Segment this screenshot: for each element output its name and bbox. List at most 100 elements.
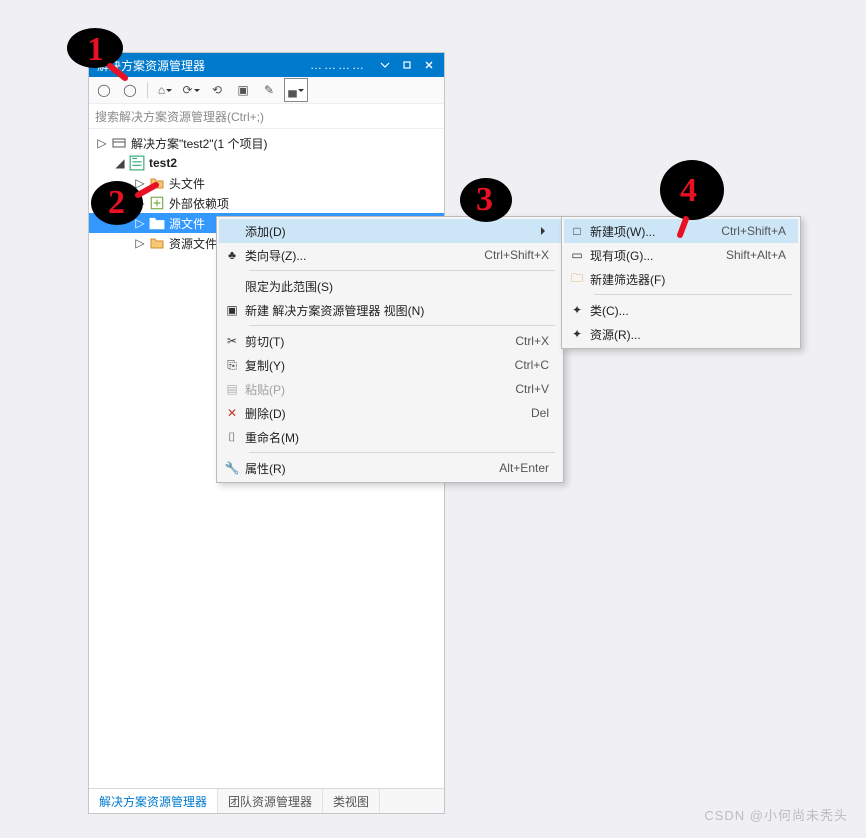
- menu-resource[interactable]: ✦ 资源(R)...: [564, 322, 798, 346]
- menu-properties[interactable]: 🔧 属性(R) Alt+Enter: [219, 456, 561, 480]
- new-view-icon: ▣: [219, 303, 245, 317]
- chevron-right-icon[interactable]: ▷: [133, 176, 147, 190]
- pin-icon[interactable]: [396, 56, 418, 74]
- menu-delete-shortcut: Del: [531, 406, 549, 420]
- tree-external-row[interactable]: ▷ 外部依赖项: [89, 193, 444, 213]
- chevron-right-icon[interactable]: ▷: [133, 196, 147, 210]
- scissors-icon: ✂: [219, 334, 245, 348]
- home-icon[interactable]: ⌂: [154, 79, 176, 101]
- panel-titlebar[interactable]: 解决方案资源管理器 …………: [89, 53, 444, 77]
- menu-class-wizard[interactable]: ♣ 类向导(Z)... Ctrl+Shift+X: [219, 243, 561, 267]
- panel-title: 解决方案资源管理器: [97, 57, 310, 74]
- menu-rename[interactable]: ⌷ 重命名(M): [219, 425, 561, 449]
- menu-new-view[interactable]: ▣ 新建 解决方案资源管理器 视图(N): [219, 298, 561, 322]
- menu-scope[interactable]: 限定为此范围(S): [219, 274, 561, 298]
- tree-headers-row[interactable]: ▷ 头文件: [89, 173, 444, 193]
- search-placeholder: 搜索解决方案资源管理器(Ctrl+;): [95, 108, 264, 125]
- resources-label: 资源文件: [169, 235, 217, 252]
- delete-icon: ✕: [219, 406, 245, 420]
- collapse-icon[interactable]: ▄: [284, 78, 308, 102]
- menu-class[interactable]: ✦ 类(C)...: [564, 298, 798, 322]
- menu-scope-label: 限定为此范围(S): [245, 278, 549, 295]
- sync-icon[interactable]: ⟳: [180, 79, 202, 101]
- search-box[interactable]: 搜索解决方案资源管理器(Ctrl+;): [89, 104, 444, 129]
- project-label: test2: [149, 156, 177, 170]
- tab-solution-explorer[interactable]: 解决方案资源管理器: [89, 789, 218, 813]
- menu-delete-label: 删除(D): [245, 405, 511, 422]
- menu-existing-item-shortcut: Shift+Alt+A: [726, 248, 786, 262]
- menu-new-item-shortcut: Ctrl+Shift+A: [721, 224, 786, 238]
- svg-text:3: 3: [476, 181, 493, 218]
- sources-label: 源文件: [169, 215, 205, 232]
- back-icon[interactable]: ◯: [93, 79, 115, 101]
- menu-properties-shortcut: Alt+Enter: [499, 461, 549, 475]
- panel-toolbar: ◯ ◯ ⌂ ⟳ ⟲ ▣ ✎ ▄: [89, 77, 444, 104]
- menu-class-wizard-label: 类向导(Z)...: [245, 247, 464, 264]
- menu-cut[interactable]: ✂ 剪切(T) Ctrl+X: [219, 329, 561, 353]
- menu-delete[interactable]: ✕ 删除(D) Del: [219, 401, 561, 425]
- close-icon[interactable]: [418, 56, 440, 74]
- menu-new-item-label: 新建项(W)...: [590, 223, 701, 240]
- references-icon: [149, 195, 165, 211]
- refresh-icon[interactable]: ⟲: [206, 79, 228, 101]
- dropdown-icon[interactable]: [374, 56, 396, 74]
- menu-cut-label: 剪切(T): [245, 333, 495, 350]
- class-icon: ✦: [564, 303, 590, 317]
- menu-separator: [249, 452, 555, 453]
- project-icon: [129, 155, 145, 171]
- chevron-right-icon[interactable]: ▷: [95, 136, 109, 150]
- chevron-down-icon[interactable]: ◢: [113, 156, 127, 170]
- existing-item-icon: ▭: [564, 248, 590, 262]
- menu-resource-label: 资源(R)...: [590, 326, 786, 343]
- rename-icon: ⌷: [219, 430, 245, 445]
- menu-paste: ▤ 粘贴(P) Ctrl+V: [219, 377, 561, 401]
- tree-project-row[interactable]: ◢ test2: [89, 153, 444, 173]
- menu-add-label: 添加(D): [245, 223, 533, 240]
- menu-copy-shortcut: Ctrl+C: [515, 358, 549, 372]
- title-dots: …………: [310, 58, 366, 72]
- context-menu-main: 添加(D) ♣ 类向导(Z)... Ctrl+Shift+X 限定为此范围(S)…: [216, 216, 564, 483]
- menu-rename-label: 重命名(M): [245, 429, 549, 446]
- submenu-arrow-icon: [541, 227, 549, 235]
- show-all-icon[interactable]: ▣: [232, 79, 254, 101]
- chevron-right-icon[interactable]: ▷: [133, 236, 147, 250]
- filter-folder-icon: [149, 215, 165, 231]
- menu-paste-label: 粘贴(P): [245, 381, 495, 398]
- class-wizard-icon: ♣: [219, 248, 245, 262]
- external-label: 外部依赖项: [169, 195, 229, 212]
- solution-label: 解决方案"test2"(1 个项目): [131, 135, 268, 152]
- folder-icon: 🗀: [564, 269, 590, 290]
- svg-text:4: 4: [680, 172, 697, 209]
- wrench-icon: 🔧: [219, 461, 245, 475]
- menu-properties-label: 属性(R): [245, 460, 479, 477]
- menu-paste-shortcut: Ctrl+V: [515, 382, 549, 396]
- menu-existing-item[interactable]: ▭ 现有项(G)... Shift+Alt+A: [564, 243, 798, 267]
- menu-separator: [249, 325, 555, 326]
- menu-new-item[interactable]: □ 新建项(W)... Ctrl+Shift+A: [564, 219, 798, 243]
- paste-icon: ▤: [219, 382, 245, 396]
- tab-team-explorer[interactable]: 团队资源管理器: [218, 789, 323, 813]
- menu-new-filter-label: 新建筛选器(F): [590, 271, 786, 288]
- copy-icon: ⎘: [219, 358, 245, 373]
- bottom-tabs: 解决方案资源管理器 团队资源管理器 类视图: [89, 788, 444, 813]
- menu-add[interactable]: 添加(D): [219, 219, 561, 243]
- toolbar-separator: [147, 82, 148, 98]
- menu-new-view-label: 新建 解决方案资源管理器 视图(N): [245, 302, 549, 319]
- context-menu-add: □ 新建项(W)... Ctrl+Shift+A ▭ 现有项(G)... Shi…: [561, 216, 801, 349]
- menu-new-filter[interactable]: 🗀 新建筛选器(F): [564, 267, 798, 291]
- properties-icon[interactable]: ✎: [258, 79, 280, 101]
- new-item-icon: □: [564, 224, 590, 238]
- menu-class-wizard-shortcut: Ctrl+Shift+X: [484, 248, 549, 262]
- tab-class-view[interactable]: 类视图: [323, 789, 380, 813]
- headers-label: 头文件: [169, 175, 205, 192]
- watermark: CSDN @小何尚未秃头: [704, 805, 848, 824]
- forward-icon[interactable]: ◯: [119, 79, 141, 101]
- menu-separator: [594, 294, 792, 295]
- chevron-right-icon[interactable]: ▷: [133, 216, 147, 230]
- menu-class-label: 类(C)...: [590, 302, 786, 319]
- tree-solution-row[interactable]: ▷ 解决方案"test2"(1 个项目): [89, 133, 444, 153]
- solution-icon: [111, 135, 127, 151]
- menu-separator: [249, 270, 555, 271]
- menu-existing-item-label: 现有项(G)...: [590, 247, 706, 264]
- menu-copy[interactable]: ⎘ 复制(Y) Ctrl+C: [219, 353, 561, 377]
